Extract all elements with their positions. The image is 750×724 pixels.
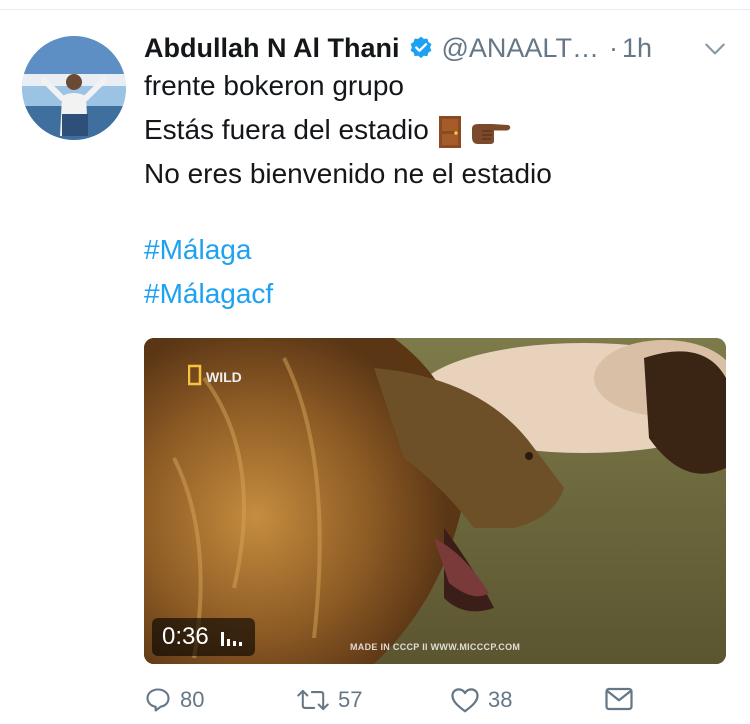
display-name[interactable]: Abdullah N Al Thani bbox=[144, 33, 400, 64]
direct-message-button[interactable] bbox=[604, 686, 642, 712]
avatar[interactable] bbox=[22, 36, 126, 140]
separator-dot: · bbox=[608, 32, 618, 63]
like-button[interactable]: 38 bbox=[450, 686, 512, 714]
reply-button[interactable]: 80 bbox=[144, 686, 204, 714]
reply-count: 80 bbox=[180, 687, 205, 712]
tweet-header: Abdullah N Al Thani @ANAALT… · 1h bbox=[144, 28, 734, 68]
pointing-right-hand-icon bbox=[472, 123, 511, 144]
video-watermark: MADE IN CCCP II WWW.MICCCP.COM bbox=[350, 642, 521, 652]
video-duration: 0:36 bbox=[162, 623, 209, 650]
video-duration-badge: 0:36 bbox=[152, 618, 255, 656]
tweet-text-line: No eres bienvenido ne el estadio bbox=[144, 158, 552, 189]
tweet: Abdullah N Al Thani @ANAALT… · 1h frente… bbox=[144, 28, 734, 316]
envelope-icon bbox=[605, 687, 633, 711]
hashtag-link[interactable]: #Málaga bbox=[144, 228, 734, 272]
reply-icon bbox=[146, 688, 170, 712]
retweet-button[interactable]: 57 bbox=[296, 686, 362, 714]
retweet-count: 57 bbox=[338, 687, 363, 712]
channel-logo-text: WILD bbox=[206, 369, 242, 385]
like-count: 38 bbox=[488, 687, 513, 712]
avatar-image bbox=[22, 36, 126, 140]
door-icon bbox=[438, 115, 461, 148]
hashtag-link[interactable]: #Málagacf bbox=[144, 272, 734, 316]
retweet-icon bbox=[297, 689, 329, 711]
audio-bars-icon bbox=[220, 628, 245, 646]
tweet-text-line-content: Estás fuera del estadio bbox=[144, 114, 429, 145]
timestamp[interactable]: 1h bbox=[622, 33, 652, 64]
video-player[interactable]: WILD MADE IN CCCP II WWW.MICCCP.COM 0:36 bbox=[144, 338, 726, 664]
tweet-text-line: frente bokeron grupo bbox=[144, 70, 404, 101]
verified-badge-icon bbox=[410, 36, 431, 59]
tweet-text-line: Estás fuera del estadio bbox=[144, 108, 734, 152]
channel-logo: WILD bbox=[187, 364, 248, 391]
tweet-actions: 80 57 38 bbox=[144, 686, 744, 722]
heart-icon bbox=[451, 688, 479, 713]
top-divider bbox=[0, 9, 750, 10]
chevron-down-icon[interactable] bbox=[702, 36, 728, 62]
handle[interactable]: @ANAALT… bbox=[442, 33, 599, 64]
